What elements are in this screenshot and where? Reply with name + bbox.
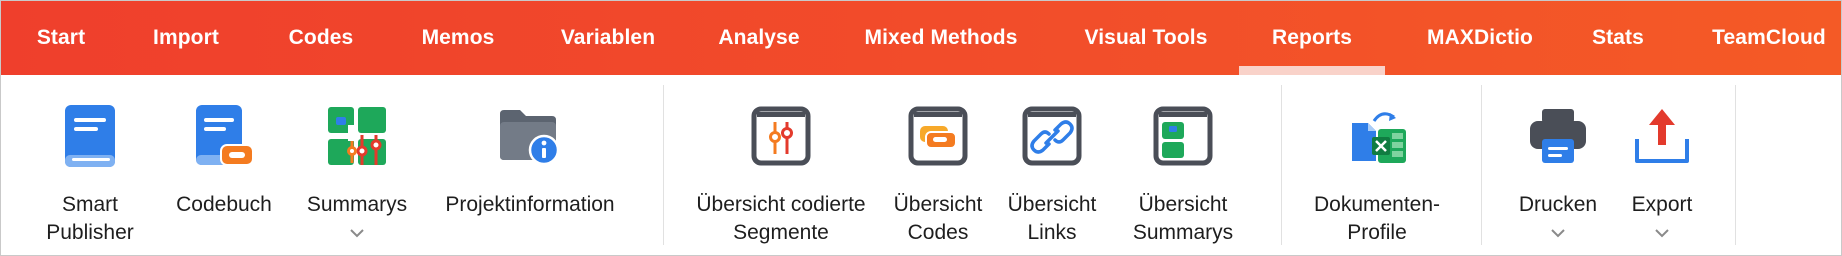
tab-memos[interactable]: Memos <box>405 1 511 75</box>
uebersicht-codierte-segmente-label: Übersicht codierte Segmente <box>696 193 866 244</box>
tab-mixed-methods[interactable]: Mixed Methods <box>853 1 1029 75</box>
smart-publisher-label: Smart Publisher <box>46 193 134 244</box>
projektinformation-label: Projektinformation <box>445 193 615 216</box>
chevron-down-icon[interactable] <box>1550 228 1566 238</box>
chevron-down-icon[interactable] <box>1654 228 1670 238</box>
uebersicht-summarys-label: Übersicht Summarys <box>1132 193 1234 244</box>
tab-analyse[interactable]: Analyse <box>701 1 817 75</box>
tab-reports[interactable]: Reports <box>1239 1 1385 75</box>
coded-segments-icon <box>746 101 816 171</box>
summarys-button[interactable]: Summarys <box>299 75 415 255</box>
printer-icon <box>1523 101 1593 171</box>
book-icon <box>55 101 125 171</box>
ribbon-separator <box>1735 85 1736 245</box>
ribbon-separator <box>1281 85 1282 245</box>
codebook-icon <box>189 101 259 171</box>
uebersicht-codes-button[interactable]: Übersicht Codes <box>885 75 991 255</box>
tab-start[interactable]: Start <box>15 1 107 75</box>
tab-stats[interactable]: Stats <box>1577 1 1659 75</box>
tab-codes[interactable]: Codes <box>271 1 371 75</box>
ribbon-separator <box>663 85 664 245</box>
dokumenten-profile-label: Dokumenten- Profile <box>1313 193 1441 244</box>
export-label: Export <box>1631 193 1693 216</box>
summary-grid-icon <box>322 101 392 171</box>
ribbon-panel: Smart Publisher Codebuch Summarys Projek… <box>1 75 1841 255</box>
summarys-overview-icon <box>1148 101 1218 171</box>
document-profile-icon <box>1342 101 1412 171</box>
ribbon-tab-bar: Start Import Codes Memos Variablen Analy… <box>1 1 1841 75</box>
ribbon-separator <box>1481 85 1482 245</box>
projektinformation-button[interactable]: Projektinformation <box>437 75 623 255</box>
tab-visual-tools[interactable]: Visual Tools <box>1071 1 1221 75</box>
app-window: Start Import Codes Memos Variablen Analy… <box>0 0 1842 256</box>
tab-variablen[interactable]: Variablen <box>547 1 669 75</box>
uebersicht-codierte-segmente-button[interactable]: Übersicht codierte Segmente <box>687 75 875 255</box>
uebersicht-links-button[interactable]: Übersicht Links <box>999 75 1105 255</box>
tab-teamcloud[interactable]: TeamCloud <box>1701 1 1837 75</box>
codebuch-label: Codebuch <box>176 193 272 216</box>
codebuch-button[interactable]: Codebuch <box>167 75 281 255</box>
link-icon <box>1017 101 1087 171</box>
dokumenten-profile-button[interactable]: Dokumenten- Profile <box>1297 75 1457 255</box>
summarys-label: Summarys <box>306 193 408 216</box>
folder-info-icon <box>495 101 565 171</box>
uebersicht-codes-label: Übersicht Codes <box>893 193 983 244</box>
drucken-button[interactable]: Drucken <box>1501 75 1615 255</box>
codes-overview-icon <box>903 101 973 171</box>
chevron-down-icon[interactable] <box>349 228 365 238</box>
uebersicht-summarys-button[interactable]: Übersicht Summarys <box>1119 75 1247 255</box>
tab-maxdictio[interactable]: MAXDictio <box>1405 1 1555 75</box>
tab-import[interactable]: Import <box>131 1 241 75</box>
smart-publisher-button[interactable]: Smart Publisher <box>31 75 149 255</box>
drucken-label: Drucken <box>1518 193 1598 216</box>
uebersicht-links-label: Übersicht Links <box>1007 193 1097 244</box>
export-icon <box>1627 101 1697 171</box>
export-button[interactable]: Export <box>1615 75 1709 255</box>
